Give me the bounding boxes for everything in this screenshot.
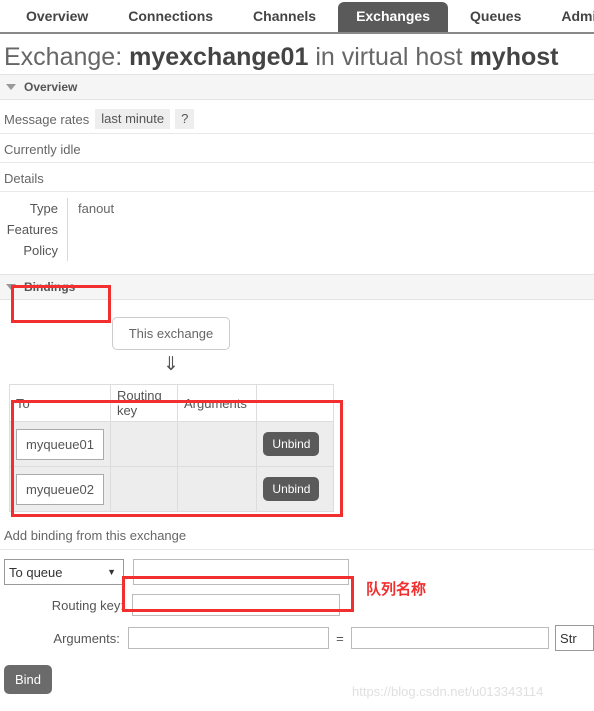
detail-value-type: fanout (78, 201, 115, 216)
bindings-column-actions (256, 384, 334, 422)
binding-action-cell: Unbind (256, 466, 334, 512)
message-rates-bar: Message rates last minute ? (0, 100, 594, 134)
add-binding-destination-row: To queue ▼ (0, 550, 594, 585)
binding-action-cell: Unbind (256, 421, 334, 467)
arguments-label: Arguments: (53, 630, 120, 646)
detail-key-type: Type (0, 198, 68, 219)
section-header-bindings[interactable]: Bindings (0, 274, 594, 300)
message-rates-period-chip[interactable]: last minute (95, 109, 171, 129)
routing-key-label: Routing key: (51, 597, 124, 613)
destination-type-select[interactable]: To queue (4, 559, 124, 585)
annotation-label-queue-name: 队列名称 (366, 580, 427, 598)
page-title-vhost: myhost (469, 43, 559, 71)
page-title-exchange-name: myexchange01 (129, 43, 309, 71)
message-rates-status: Currently idle (0, 134, 594, 163)
page-title-middle: in virtual host (308, 43, 470, 71)
binding-routing-key-cell (109, 421, 178, 467)
detail-value-policy (68, 240, 78, 261)
arguments-equals-sign: = (336, 630, 344, 646)
argument-type-select[interactable]: Str (555, 625, 594, 651)
message-rates-label: Message rates (4, 111, 90, 127)
unbind-button[interactable]: Unbind (263, 432, 320, 456)
argument-value-input[interactable] (350, 627, 550, 649)
table-row: myqueue01 Unbind (9, 421, 334, 467)
watermark: https://blog.csdn.net/u013343114 (352, 684, 544, 699)
this-exchange-container: This exchange (0, 300, 342, 350)
this-exchange-node: This exchange (111, 317, 231, 350)
bindings-column-arguments: Arguments (176, 384, 258, 422)
section-header-overview[interactable]: Overview (0, 74, 594, 100)
binding-destination-cell: myqueue01 (9, 421, 111, 467)
section-header-bindings-label: Bindings (24, 280, 76, 294)
add-binding-arguments-row: Arguments: = Str (0, 616, 594, 651)
details-list: Type fanout Features Policy (0, 192, 594, 267)
detail-value-features (68, 219, 78, 240)
detail-key-features: Features (0, 219, 68, 240)
routing-key-input[interactable] (132, 594, 340, 616)
message-rates-help-icon[interactable]: ? (175, 109, 195, 129)
queue-link-myqueue02[interactable]: myqueue02 (16, 473, 104, 505)
detail-key-policy: Policy (0, 240, 68, 261)
details-label: Details (0, 163, 594, 192)
nav-tab-queues[interactable]: Queues (452, 2, 539, 32)
destination-name-input[interactable] (133, 559, 349, 585)
unbind-button[interactable]: Unbind (263, 477, 320, 501)
add-binding-routing-key-row: Routing key: (0, 585, 594, 616)
add-binding-title: Add binding from this exchange (0, 512, 594, 550)
collapse-triangle-icon (6, 84, 16, 90)
bind-button[interactable]: Bind (4, 665, 53, 694)
destination-type-select-wrap: To queue ▼ (4, 559, 124, 585)
detail-row-policy: Policy (0, 240, 594, 261)
page-title-prefix: Exchange: (4, 43, 130, 71)
table-row: myqueue02 Unbind (9, 466, 334, 512)
binding-destination-cell: myqueue02 (9, 466, 111, 512)
argument-key-input[interactable] (127, 627, 330, 649)
detail-row-features: Features (0, 219, 594, 240)
bindings-column-routing-key: Routing key (109, 384, 178, 422)
binding-routing-key-cell (109, 466, 178, 512)
detail-row-type: Type fanout (0, 198, 594, 219)
binding-arguments-cell (176, 421, 258, 467)
binding-arguments-cell (176, 466, 258, 512)
collapse-triangle-icon (6, 284, 16, 290)
nav-tab-exchanges[interactable]: Exchanges (338, 2, 448, 32)
nav-tab-admin[interactable]: Admin (543, 2, 594, 32)
nav-tab-channels[interactable]: Channels (235, 2, 334, 32)
page-title: Exchange: myexchange01 in virtual host m… (0, 34, 594, 74)
main-navigation: Overview Connections Channels Exchanges … (0, 0, 594, 34)
section-header-overview-label: Overview (24, 80, 78, 94)
queue-link-myqueue01[interactable]: myqueue01 (16, 428, 104, 460)
binding-arrow-icon: ⇓ (163, 354, 179, 375)
bindings-table-header-row: To Routing key Arguments (9, 384, 334, 422)
nav-tab-overview[interactable]: Overview (8, 2, 106, 32)
bindings-column-to: To (9, 384, 111, 422)
nav-tab-connections[interactable]: Connections (110, 2, 231, 32)
bindings-table: To Routing key Arguments myqueue01 Unbin… (9, 384, 334, 512)
